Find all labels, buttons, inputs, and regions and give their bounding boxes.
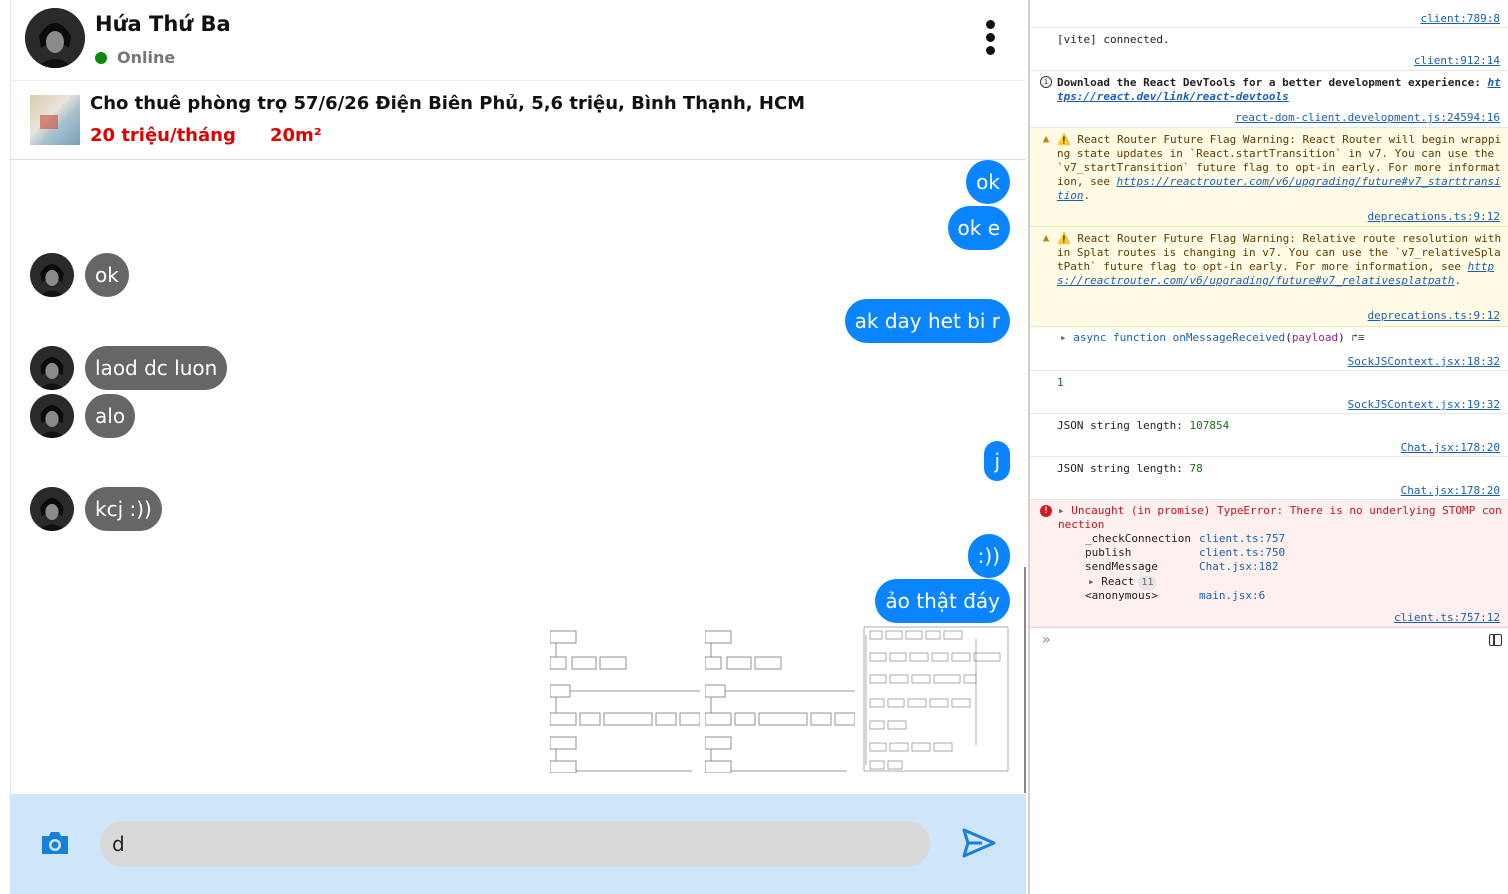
count-badge: 11: [1138, 576, 1157, 590]
message-bubble-received: alo: [85, 394, 136, 438]
console-source-link[interactable]: Chat.jsx:178:20: [1401, 484, 1500, 497]
console-source-link[interactable]: client.ts:757:12: [1394, 611, 1500, 624]
message-bubble-received: laod dc luon: [85, 346, 228, 390]
docs-link[interactable]: https://reactrouter.com/v6/upgrading/fut…: [1057, 175, 1501, 202]
message-bubble-sent: ak day het bi r: [844, 299, 1010, 343]
message-bubble-sent: ok: [966, 160, 1010, 204]
console-entry: ▸ async function onMessageReceived(paylo…: [1030, 327, 1508, 371]
console-error: ! ▸ Uncaught (in promise) TypeError: The…: [1030, 500, 1508, 628]
console-message: 1: [1057, 376, 1064, 389]
stack-frame: _checkConnection client.ts:757: [1085, 532, 1286, 545]
chat-panel: Hứa Thứ Ba Online Cho thuê phòng trọ 57/…: [0, 0, 1028, 894]
console-entry: JSON string length: 107854 Chat.jsx:178:…: [1030, 414, 1508, 457]
chat-header: Hứa Thứ Ba Online: [10, 0, 1026, 81]
console-message: JSON string length: 78: [1057, 462, 1203, 475]
attachment-image[interactable]: [862, 625, 1012, 773]
attachment-image[interactable]: [705, 625, 855, 773]
console-message: [vite] connected.: [1057, 33, 1170, 46]
message-bubble-sent: j: [984, 441, 1010, 481]
console-entry: JSON string length: 78 Chat.jsx:178:20: [1030, 457, 1508, 500]
console-entry: 1 SockJSContext.jsx:19:32: [1030, 371, 1508, 414]
sidebar-toggle-icon[interactable]: [1489, 634, 1502, 646]
console-message: Download the React DevTools for a better…: [1057, 76, 1501, 103]
console-source-link[interactable]: deprecations.ts:9:12: [1368, 210, 1500, 223]
expand-triangle-icon[interactable]: ▸: [1088, 575, 1095, 588]
console-prompt-icon[interactable]: »: [1042, 632, 1050, 648]
console-source-link[interactable]: client:789:8: [1421, 12, 1500, 25]
more-options-icon[interactable]: [982, 20, 998, 60]
console-warning: ▲ ⚠️ React Router Future Flag Warning: R…: [1030, 227, 1508, 327]
stack-frame-link[interactable]: main.jsx:6: [1199, 589, 1265, 602]
listing-area: 20m²: [270, 125, 322, 146]
online-status: Online: [95, 48, 175, 67]
sender-avatar: [30, 487, 74, 531]
message-bubble-sent: :)): [967, 534, 1010, 578]
listing-thumbnail: [30, 95, 80, 145]
message-bubble-sent: ảo thật đáy: [875, 579, 1010, 623]
console-source-link[interactable]: deprecations.ts:9:12: [1368, 309, 1500, 322]
stack-frame: sendMessage Chat.jsx:182: [1085, 560, 1279, 573]
warning-icon: ▲: [1042, 132, 1050, 145]
console-source-link[interactable]: SockJSContext.jsx:19:32: [1348, 398, 1500, 411]
contact-name: Hứa Thứ Ba: [95, 12, 231, 36]
expand-triangle-icon[interactable]: ▸: [1060, 331, 1067, 344]
listing-card[interactable]: Cho thuê phòng trọ 57/6/26 Điện Biên Phủ…: [10, 80, 1026, 160]
console-message[interactable]: ▸ Uncaught (in promise) TypeError: There…: [1058, 504, 1504, 532]
message-bubble-received: kcj :)): [85, 487, 162, 531]
image-attachments[interactable]: [550, 625, 1012, 775]
message-bubble-sent: ok e: [947, 206, 1010, 250]
console-source-link[interactable]: react-dom-client.development.js:24594:16: [1235, 111, 1500, 124]
message-scrollbar[interactable]: [1024, 567, 1026, 793]
message-input[interactable]: d: [100, 821, 930, 867]
console-source-link[interactable]: SockJSContext.jsx:18:32: [1348, 355, 1500, 368]
message-list[interactable]: ok ok e ok ak day het bi r laod dc luon …: [10, 159, 1026, 794]
console-entry: client:789:8: [1030, 0, 1508, 28]
attachment-image[interactable]: [550, 625, 700, 773]
send-icon[interactable]: [962, 828, 996, 858]
stack-frame-link[interactable]: Chat.jsx:182: [1199, 560, 1278, 573]
stack-frame: <anonymous> main.jsx:6: [1085, 589, 1266, 602]
info-icon: i: [1040, 76, 1052, 88]
online-dot-icon: [95, 52, 107, 64]
stack-frame-group[interactable]: ▸ React 11: [1088, 575, 1157, 590]
console-message[interactable]: ▸ async function onMessageReceived(paylo…: [1060, 331, 1506, 345]
console-source-link[interactable]: client:912:14: [1414, 54, 1500, 67]
stack-frame-link[interactable]: client.ts:757: [1199, 532, 1285, 545]
sender-avatar: [30, 346, 74, 390]
expand-triangle-icon[interactable]: ▸: [1058, 504, 1065, 517]
console-message: ⚠️ React Router Future Flag Warning: Rea…: [1057, 133, 1502, 202]
message-bubble-received: ok: [85, 253, 129, 297]
console-entry: [vite] connected. client:912:14: [1030, 28, 1508, 71]
sender-avatar: [30, 253, 74, 297]
console-entry: i Download the React DevTools for a bett…: [1030, 71, 1508, 128]
status-label: Online: [117, 48, 176, 67]
contact-avatar[interactable]: [25, 8, 85, 68]
warning-icon: ▲: [1042, 231, 1050, 244]
sender-avatar: [30, 394, 74, 438]
stack-frame: publish client.ts:750: [1085, 546, 1286, 559]
devtools-console: client:789:8 [vite] connected. client:91…: [1028, 0, 1508, 894]
camera-icon[interactable]: [40, 830, 70, 856]
message-composer: d: [10, 794, 1026, 894]
console-message: ⚠️ React Router Future Flag Warning: Rel…: [1057, 232, 1502, 287]
error-icon: !: [1040, 505, 1052, 517]
console-message: JSON string length: 107854: [1057, 419, 1230, 432]
console-source-link[interactable]: Chat.jsx:178:20: [1401, 441, 1500, 454]
console-warning: ▲ ⚠️ React Router Future Flag Warning: R…: [1030, 128, 1508, 227]
listing-price: 20 triệu/tháng: [90, 125, 236, 146]
stack-frame-link[interactable]: client.ts:750: [1199, 546, 1285, 559]
listing-title: Cho thuê phòng trọ 57/6/26 Điện Biên Phủ…: [90, 93, 806, 114]
reveal-function-icon[interactable]: ↱≡: [1351, 331, 1364, 344]
